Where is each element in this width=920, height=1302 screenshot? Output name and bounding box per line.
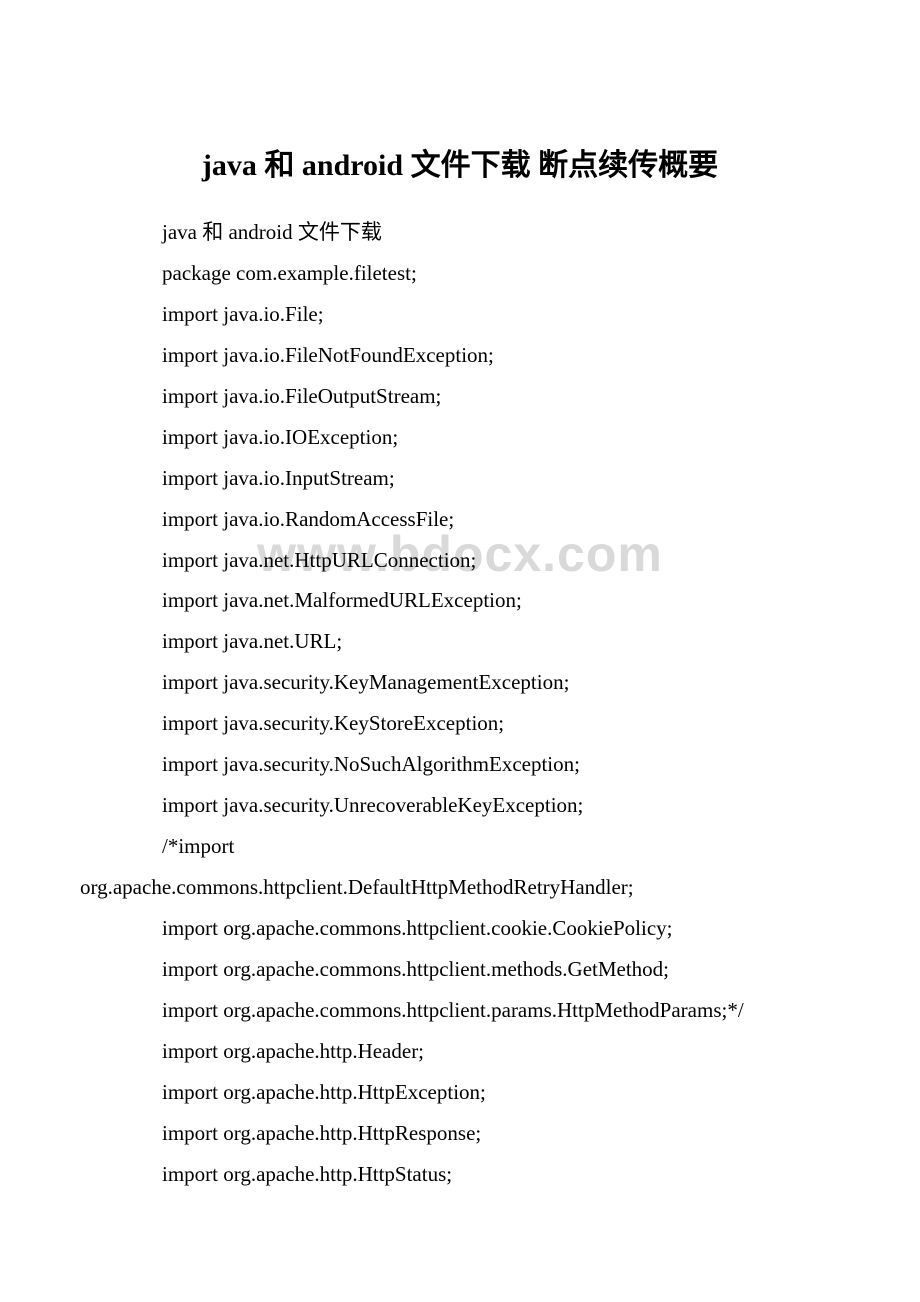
code-line: import java.security.UnrecoverableKeyExc… xyxy=(80,785,840,826)
document-body: java 和 android 文件下载package com.example.f… xyxy=(80,212,840,1195)
document-page: java 和 android 文件下载 断点续传概要 java 和 androi… xyxy=(0,0,920,1275)
code-line: import java.net.MalformedURLException; xyxy=(80,580,840,621)
code-line: import java.security.KeyStoreException; xyxy=(80,703,840,744)
code-line: package com.example.filetest; xyxy=(80,253,840,294)
code-line: import java.io.InputStream; xyxy=(80,458,840,499)
code-line: import java.net.HttpURLConnection; xyxy=(80,540,840,581)
code-line: java 和 android 文件下载 xyxy=(80,212,840,253)
code-line: import org.apache.commons.httpclient.met… xyxy=(80,949,840,990)
code-line: org.apache.commons.httpclient.DefaultHtt… xyxy=(80,867,840,908)
code-line: import org.apache.commons.httpclient.coo… xyxy=(80,908,840,949)
code-line: import java.io.File; xyxy=(80,294,840,335)
code-line: import java.io.RandomAccessFile; xyxy=(80,499,840,540)
document-title: java 和 android 文件下载 断点续传概要 xyxy=(80,140,840,184)
code-line: import org.apache.http.Header; xyxy=(80,1031,840,1072)
code-line: import java.io.FileNotFoundException; xyxy=(80,335,840,376)
code-line: import java.security.NoSuchAlgorithmExce… xyxy=(80,744,840,785)
code-line: /*import xyxy=(80,826,840,867)
code-line: import java.security.KeyManagementExcept… xyxy=(80,662,840,703)
code-line: import java.net.URL; xyxy=(80,621,840,662)
code-line: import org.apache.http.HttpStatus; xyxy=(80,1154,840,1195)
code-line: import org.apache.commons.httpclient.par… xyxy=(80,990,840,1031)
code-line: import java.io.FileOutputStream; xyxy=(80,376,840,417)
code-line: import org.apache.http.HttpResponse; xyxy=(80,1113,840,1154)
code-line: import org.apache.http.HttpException; xyxy=(80,1072,840,1113)
code-line: import java.io.IOException; xyxy=(80,417,840,458)
